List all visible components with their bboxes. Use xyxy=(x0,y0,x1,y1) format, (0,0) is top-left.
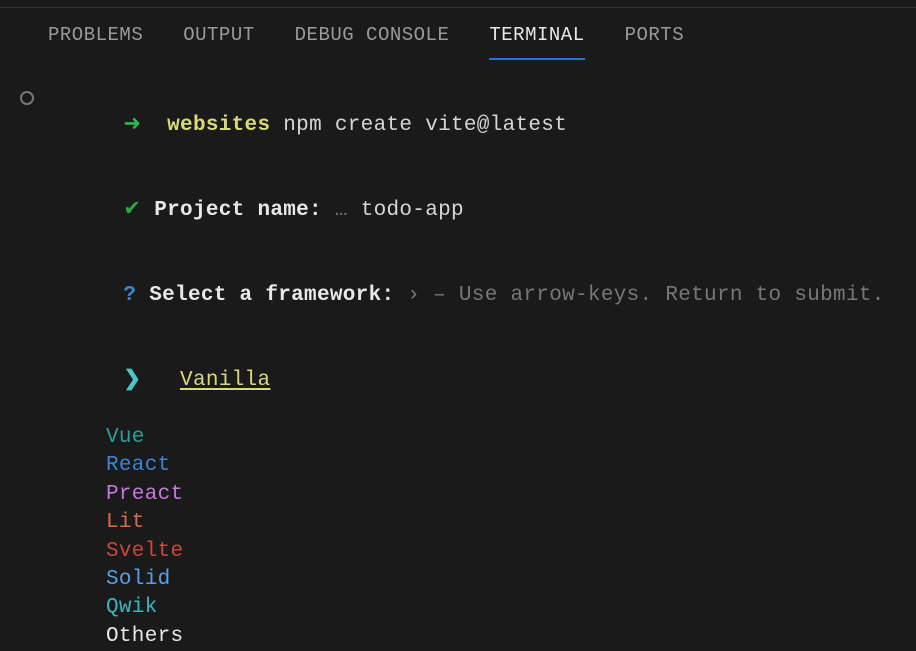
select-framework-label: Select a framework: xyxy=(149,284,394,307)
option-label: React xyxy=(46,452,171,480)
terminal-output[interactable]: ➜ websites npm create vite@latest ✔ Proj… xyxy=(0,60,916,651)
tab-terminal[interactable]: TERMINAL xyxy=(489,24,584,60)
option-label: Lit xyxy=(46,509,145,537)
check-icon: ✔ xyxy=(123,199,141,222)
panel-tab-bar: PROBLEMS OUTPUT DEBUG CONSOLE TERMINAL P… xyxy=(0,8,916,60)
framework-option-vue[interactable]: Vue xyxy=(18,424,898,452)
option-label: Vanilla xyxy=(180,369,270,392)
select-hint: – Use arrow-keys. Return to submit. xyxy=(433,284,885,307)
tab-debug-console[interactable]: DEBUG CONSOLE xyxy=(295,24,450,60)
option-label: Solid xyxy=(46,566,171,594)
option-label: Others xyxy=(46,623,183,651)
framework-option-react[interactable]: React xyxy=(18,452,898,480)
framework-option-preact[interactable]: Preact xyxy=(18,481,898,509)
framework-option-lit[interactable]: Lit xyxy=(18,509,898,537)
panel-top-divider xyxy=(0,0,916,8)
cursor-icon: ❯ xyxy=(123,369,141,392)
prompt-cwd: websites xyxy=(167,114,270,137)
option-label: Vue xyxy=(46,424,145,452)
terminal-line-project-name: ✔ Project name: … todo-app xyxy=(18,169,898,254)
tab-ports[interactable]: PORTS xyxy=(625,24,685,60)
framework-option-others[interactable]: Others xyxy=(18,623,898,651)
framework-option-vanilla[interactable]: ❯ Vanilla xyxy=(18,339,898,424)
question-icon: ? xyxy=(123,284,136,307)
ellipsis-icon: … xyxy=(335,199,348,222)
tab-output[interactable]: OUTPUT xyxy=(183,24,254,60)
gutter-decoration-icon xyxy=(20,91,34,105)
option-label: Preact xyxy=(46,481,183,509)
command-text: npm create vite@latest xyxy=(283,114,567,137)
framework-option-solid[interactable]: Solid xyxy=(18,566,898,594)
framework-option-svelte[interactable]: Svelte xyxy=(18,538,898,566)
prompt-arrow-icon: ➜ xyxy=(123,114,141,137)
terminal-line-command: ➜ websites npm create vite@latest xyxy=(18,84,898,169)
tab-problems[interactable]: PROBLEMS xyxy=(48,24,143,60)
option-label: Svelte xyxy=(46,538,183,566)
terminal-line-select-framework: ? Select a framework: › – Use arrow-keys… xyxy=(18,254,898,339)
framework-option-qwik[interactable]: Qwik xyxy=(18,594,898,622)
option-label: Qwik xyxy=(46,594,158,622)
project-name-label: Project name: xyxy=(154,199,322,222)
project-name-value: todo-app xyxy=(361,199,464,222)
chevron-right-icon: › xyxy=(407,284,420,307)
